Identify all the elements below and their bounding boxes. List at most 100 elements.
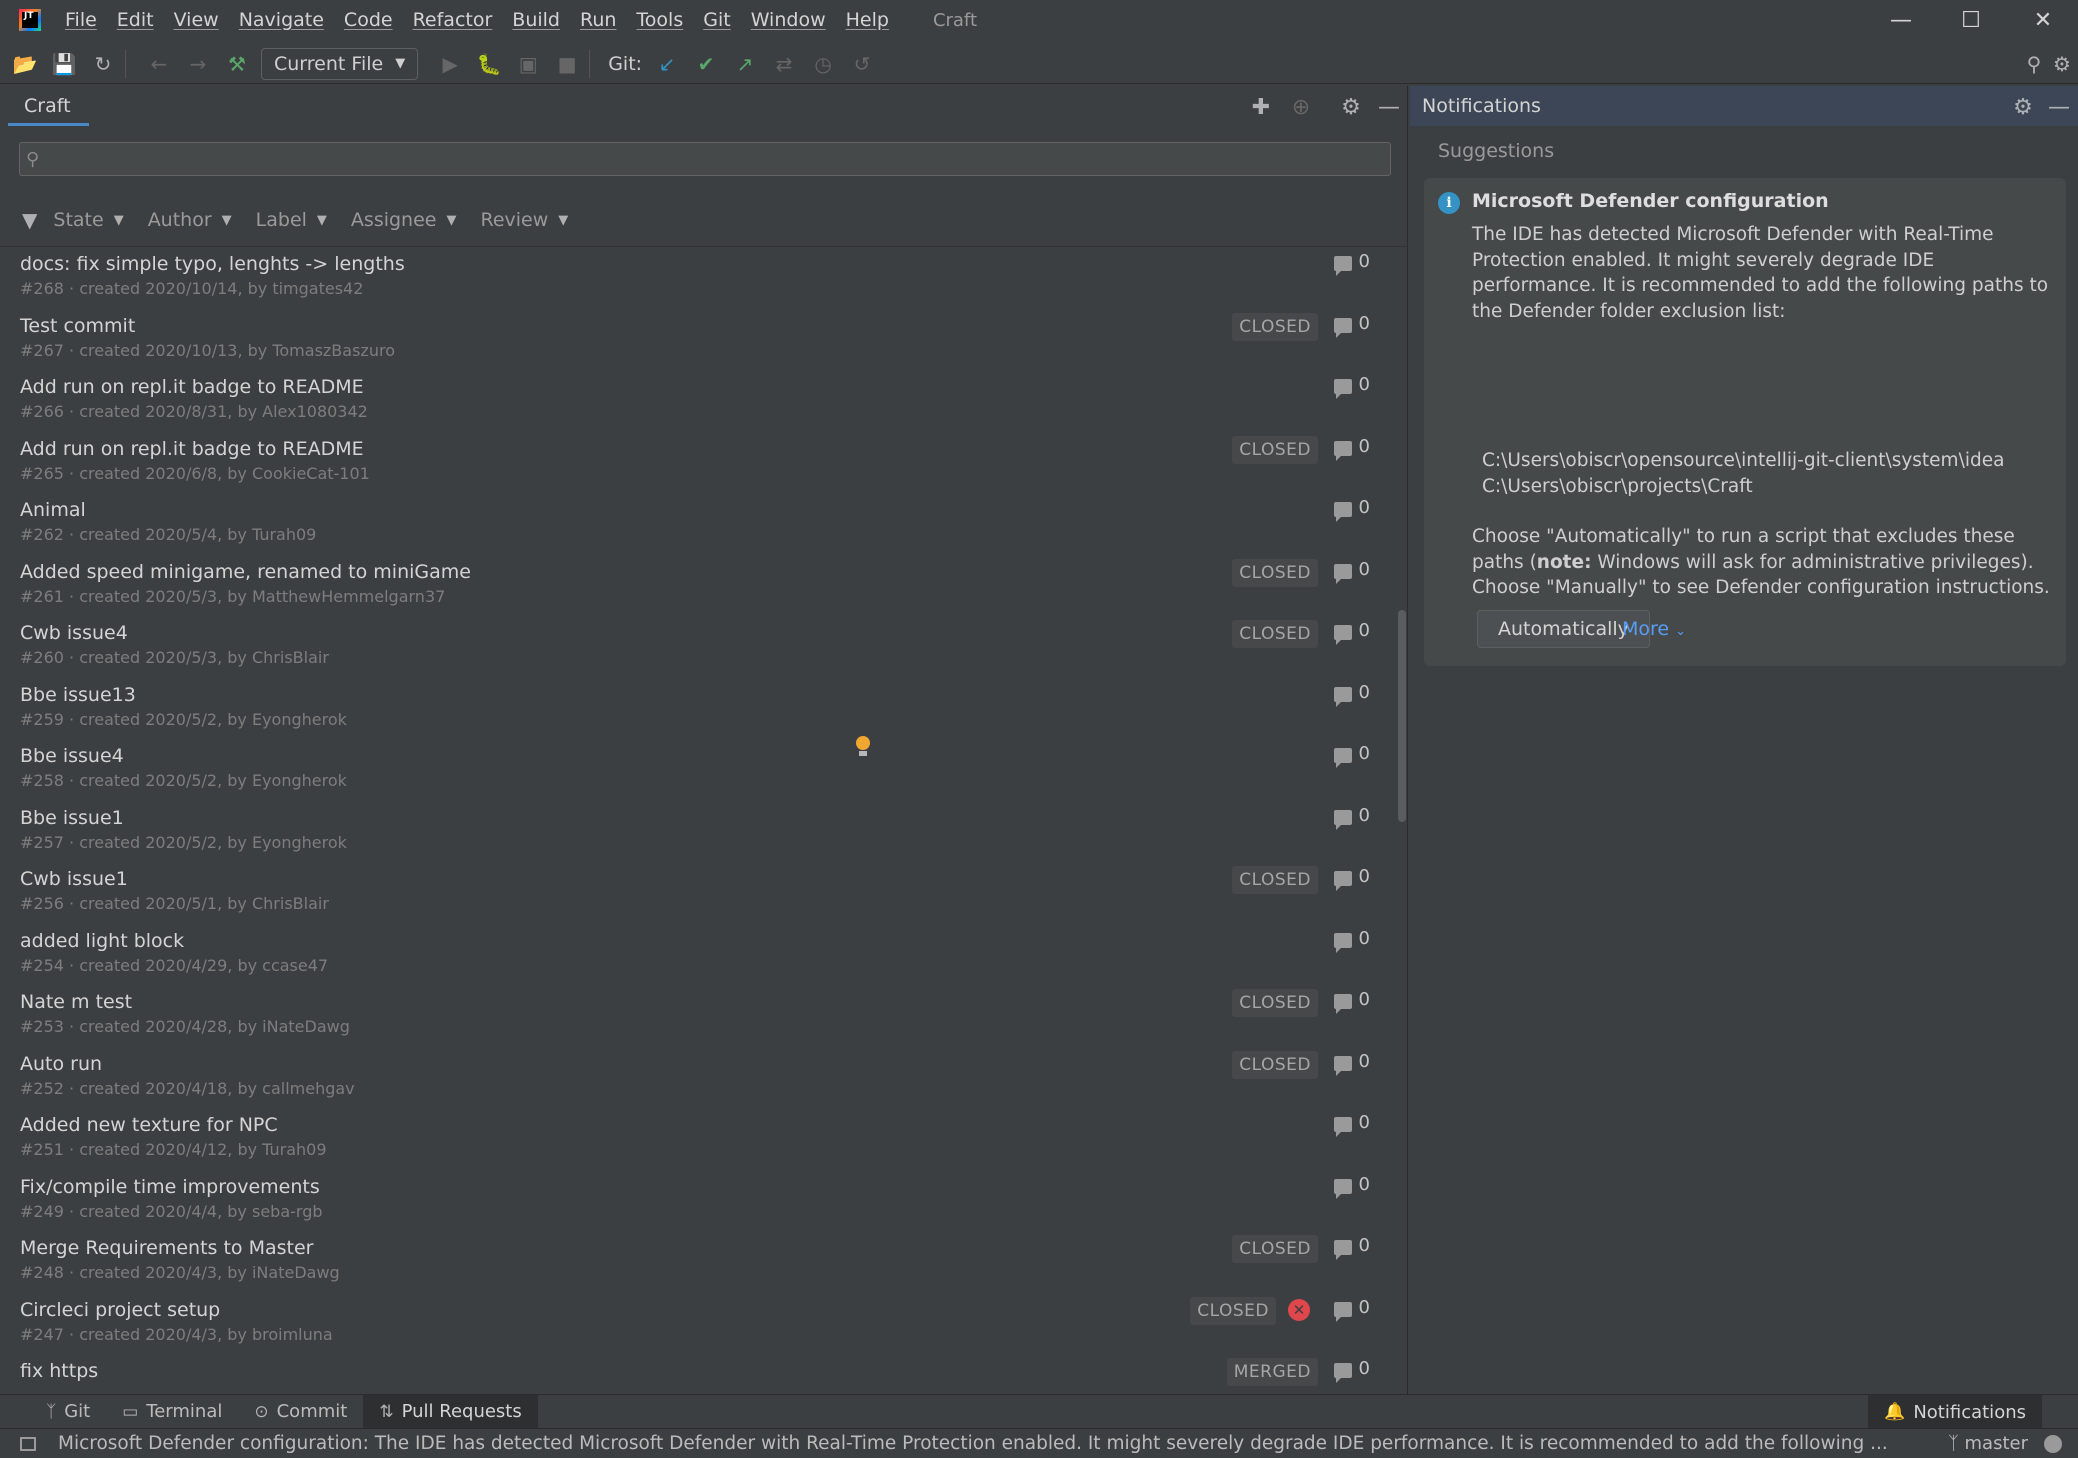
more-link[interactable]: More ⌄ xyxy=(1622,618,1686,640)
pull-request-row[interactable]: Cwb issue4 #260 · created 2020/5/3, by Ch… xyxy=(0,616,1390,678)
pull-request-row[interactable]: Auto run #252 · created 2020/4/18, by cal… xyxy=(0,1047,1390,1109)
add-icon[interactable]: ✚ xyxy=(1248,94,1274,120)
panel-settings-icon[interactable]: ⚙ xyxy=(1338,94,1364,120)
pull-request-row[interactable]: Added speed minigame, renamed to miniGam… xyxy=(0,555,1390,617)
tab-label: Commit xyxy=(276,1401,348,1422)
filter-review[interactable]: Review ▼ xyxy=(480,209,568,231)
pull-request-meta: #251 · created 2020/4/12, by Turah09 xyxy=(20,1140,327,1159)
git-update-icon[interactable]: ↙ xyxy=(653,50,681,78)
list-scrollbar[interactable] xyxy=(1398,610,1406,822)
pull-request-row[interactable]: Bbe issue13 #259 · created 2020/5/2, by E… xyxy=(0,678,1390,740)
menu-git[interactable]: Git xyxy=(703,9,730,31)
pull-request-title: Added speed minigame, renamed to miniGam… xyxy=(20,560,471,583)
save-icon[interactable]: 💾 xyxy=(50,50,78,78)
search-input[interactable] xyxy=(45,148,1346,170)
pull-request-title: Bbe issue13 xyxy=(20,683,136,706)
sync-icon[interactable]: ↻ xyxy=(89,50,117,78)
filter-author[interactable]: Author ▼ xyxy=(148,209,232,231)
tab-pull-requests[interactable]: ⇅ Pull Requests xyxy=(363,1394,538,1429)
tab-commit[interactable]: ⊙ Commit xyxy=(238,1395,363,1429)
minimize-icon[interactable]: — xyxy=(1866,0,1936,40)
menu-build[interactable]: Build xyxy=(512,9,560,31)
coverage-icon[interactable]: ▣ xyxy=(514,50,542,78)
menu-edit[interactable]: Edit xyxy=(117,9,154,31)
comment-count: 0 xyxy=(1358,374,1370,395)
menu-file[interactable]: File xyxy=(65,9,97,31)
git-branch-widget[interactable]: ᛉ master xyxy=(1948,1433,2028,1454)
pull-request-row[interactable]: Circleci project setup #247 · created 202… xyxy=(0,1293,1390,1355)
tab-git[interactable]: ᛉ Git xyxy=(30,1395,106,1429)
filter-assignee[interactable]: Assignee ▼ xyxy=(351,209,457,231)
hide-panel-icon[interactable]: — xyxy=(1376,94,1402,120)
readonly-lock-icon[interactable] xyxy=(2044,1435,2062,1453)
filter-state[interactable]: State ▼ xyxy=(53,209,123,231)
target-icon[interactable]: ⊕ xyxy=(1288,94,1314,120)
lightbulb-icon[interactable] xyxy=(855,736,871,756)
debug-icon[interactable]: 🐛 xyxy=(475,50,503,78)
pull-request-title: fix https xyxy=(20,1360,99,1382)
comment-icon xyxy=(1334,563,1352,584)
pull-request-title: Add run on repl.it badge to README xyxy=(20,376,364,398)
pull-request-row[interactable]: Added new texture for NPC #251 · created … xyxy=(0,1108,1390,1170)
forward-icon[interactable]: → xyxy=(184,50,212,78)
menu-window[interactable]: Window xyxy=(751,9,826,31)
open-folder-icon[interactable]: 📂 xyxy=(11,50,39,78)
menu-help[interactable]: Help xyxy=(846,9,889,31)
checks-failed-icon[interactable]: ✕ xyxy=(1288,1298,1310,1321)
run-icon[interactable]: ▶ xyxy=(436,50,464,78)
back-icon[interactable]: ← xyxy=(145,50,173,78)
chevron-down-icon: ▼ xyxy=(113,212,124,228)
menu-code[interactable]: Code xyxy=(344,9,393,31)
git-push-icon[interactable]: ↗ xyxy=(731,50,759,78)
filter-label: Assignee xyxy=(350,209,437,231)
stop-icon[interactable]: ■ xyxy=(553,50,581,78)
maximize-icon[interactable]: ☐ xyxy=(1936,0,2006,40)
comment-icon xyxy=(1334,1117,1352,1137)
pull-request-row[interactable]: Cwb issue1 #256 · created 2020/5/1, by Ch… xyxy=(0,862,1390,924)
toggle-tool-windows-icon[interactable] xyxy=(20,1436,36,1451)
tab-label: Notifications xyxy=(1913,1401,2026,1423)
status-message[interactable]: Microsoft Defender configuration: The ID… xyxy=(58,1433,1890,1454)
close-window-icon[interactable]: ✕ xyxy=(2008,0,2078,40)
tab-craft[interactable]: Craft xyxy=(8,86,88,126)
pull-request-row[interactable]: Animal #262 · created 2020/5/4, by Turah0… xyxy=(0,493,1390,555)
git-commit-icon[interactable]: ✔ xyxy=(692,50,720,78)
menu-view[interactable]: View xyxy=(174,9,219,31)
search-field[interactable]: ⚲ xyxy=(19,142,1391,176)
ide-settings-icon[interactable]: ⚙ xyxy=(2048,50,2076,78)
pull-request-row[interactable]: Merge Requirements to Master #248 · creat… xyxy=(0,1231,1390,1293)
filter-label-select[interactable]: Label ▼ xyxy=(256,209,327,231)
comment-icon xyxy=(1334,1363,1352,1383)
pull-request-title: Bbe issue1 xyxy=(20,806,124,829)
pull-request-row[interactable]: Add run on repl.it badge to README #265 ·… xyxy=(0,432,1390,494)
pull-request-row[interactable]: Nate m test #253 · created 2020/4/28, by … xyxy=(0,985,1390,1047)
pull-request-row[interactable]: Test commit #267 · created 2020/10/13, by… xyxy=(0,309,1390,371)
rollback-icon[interactable]: ↺ xyxy=(848,50,876,78)
comment-icon xyxy=(1334,1178,1352,1199)
pull-request-row[interactable]: docs: fix simple typo, lenghts -> length… xyxy=(0,247,1390,309)
pull-request-title: Fix/compile time improvements xyxy=(20,1175,320,1198)
build-hammer-icon[interactable]: ⚒ xyxy=(223,50,251,78)
pull-request-row[interactable]: Fix/compile time improvements #249 · crea… xyxy=(0,1170,1390,1232)
intellij-logo-icon[interactable]: JT xyxy=(19,9,41,31)
filter-icon: ▼ xyxy=(22,208,38,232)
comment-icon xyxy=(1334,932,1352,953)
menu-run[interactable]: Run xyxy=(580,9,616,31)
history-icon[interactable]: ◷ xyxy=(809,50,837,78)
notifications-settings-icon[interactable]: ⚙ xyxy=(2010,94,2036,120)
git-merge-icon[interactable]: ⇄ xyxy=(770,50,798,78)
tab-notifications[interactable]: 🔔 Notifications xyxy=(1868,1395,2042,1429)
pull-request-row[interactable]: Add run on repl.it badge to README #266 ·… xyxy=(0,370,1390,432)
hide-notifications-icon[interactable]: — xyxy=(2046,94,2072,120)
tab-terminal[interactable]: ▭ Terminal xyxy=(106,1395,238,1429)
pull-request-row[interactable]: Bbe issue1 #257 · created 2020/5/2, by Ey… xyxy=(0,801,1390,863)
pull-request-row[interactable]: Bbe issue4 #258 · created 2020/5/2, by Ey… xyxy=(0,739,1390,801)
pull-request-row[interactable]: added light block #254 · created 2020/4/2… xyxy=(0,924,1390,986)
run-configuration-select[interactable]: Current File ▼ xyxy=(261,47,419,80)
pull-request-row[interactable]: fix https MERGED 0 xyxy=(0,1354,1390,1394)
search-everywhere-icon[interactable]: ⚲ xyxy=(2020,50,2048,78)
state-badge: CLOSED xyxy=(1232,558,1318,587)
menu-tools[interactable]: Tools xyxy=(636,9,683,31)
menu-refactor[interactable]: Refactor xyxy=(413,9,493,31)
menu-navigate[interactable]: Navigate xyxy=(239,9,324,31)
